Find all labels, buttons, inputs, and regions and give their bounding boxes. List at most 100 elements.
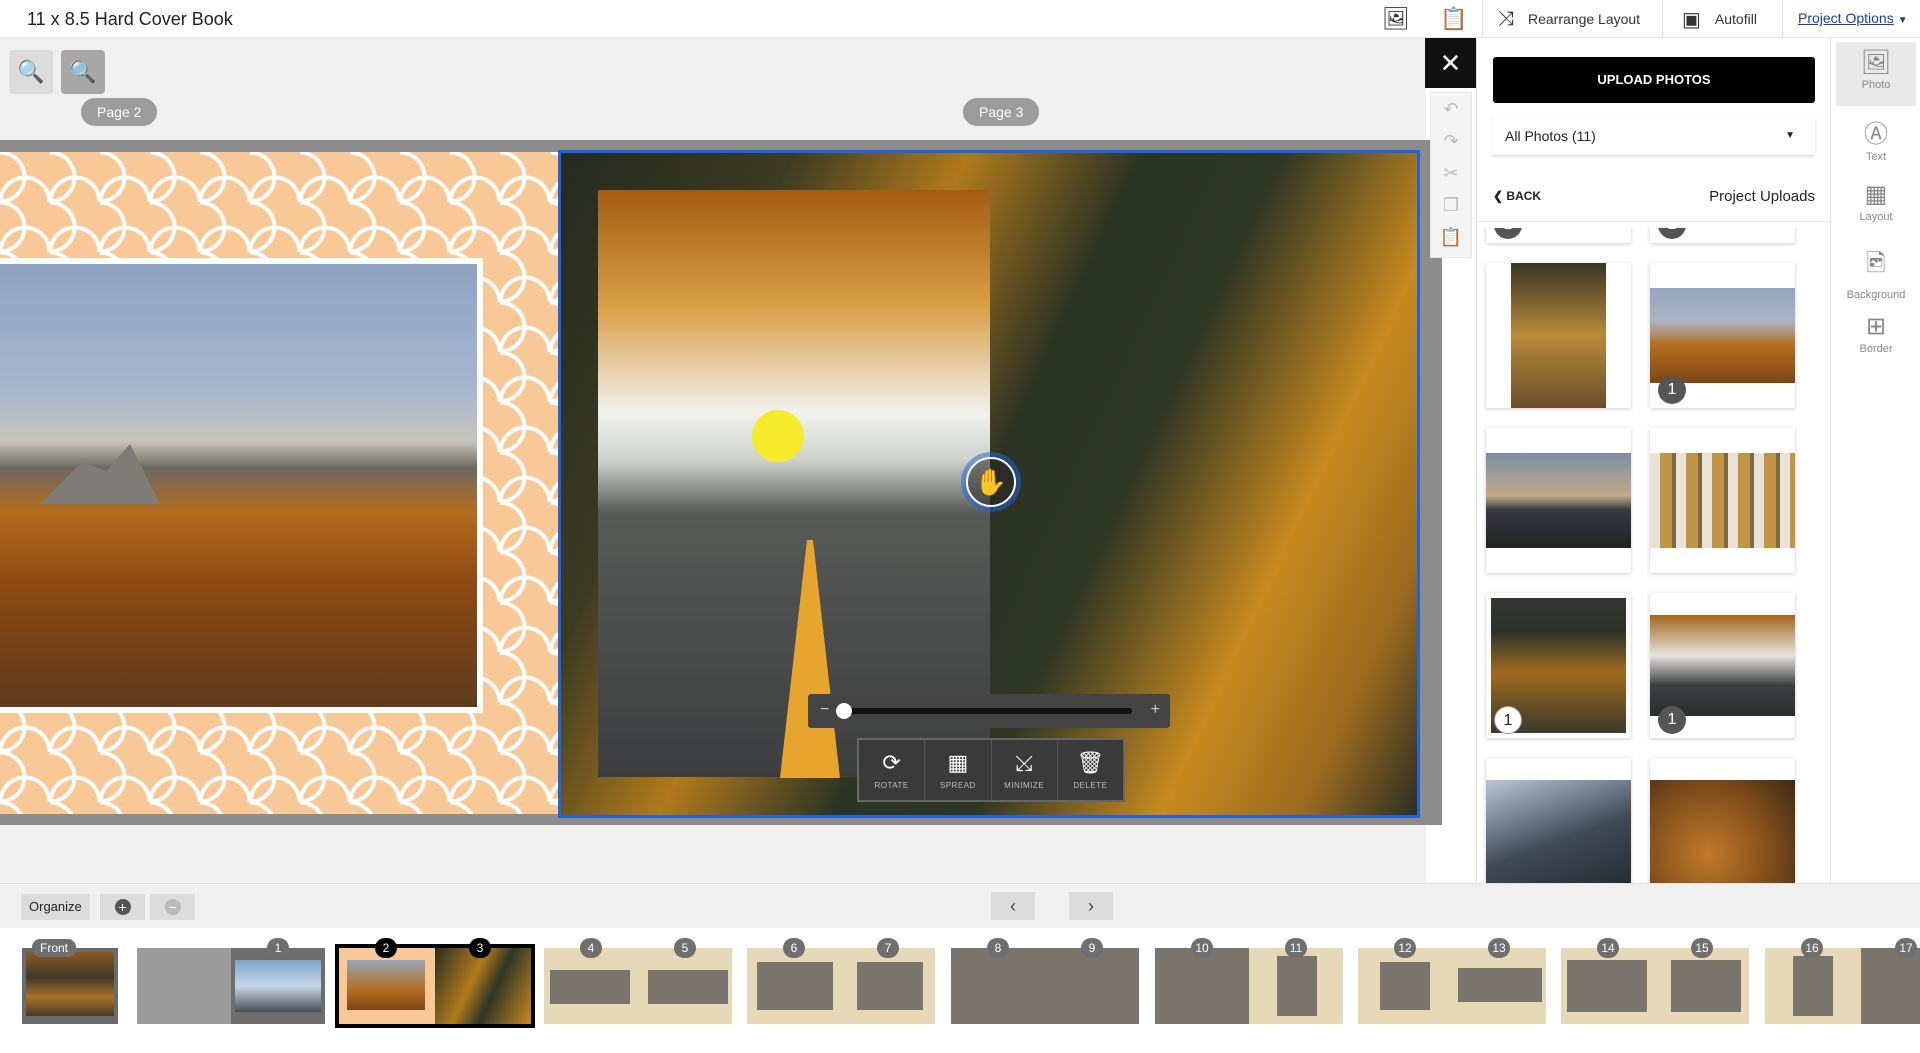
photo-filter-select[interactable]: All Photos (11) ▼ — [1493, 116, 1815, 156]
delete-button[interactable]: 🗑 DELETE — [1058, 740, 1123, 800]
mountain-forest-photo[interactable] — [0, 258, 483, 713]
page-number-badge: 12 — [1394, 938, 1416, 958]
paste-icon[interactable]: 📋 — [1431, 221, 1471, 253]
page-label-left: Page 2 — [81, 98, 158, 126]
minimize-button[interactable]: ⤩ MINIMIZE — [992, 740, 1058, 800]
border-icon: ⊞ — [1865, 313, 1887, 340]
project-options-menu[interactable]: Project Options ▼ — [1798, 10, 1908, 26]
zoom-out-icon: 🔍 — [17, 59, 45, 84]
usage-badge: 1 — [1494, 706, 1522, 734]
rail-background[interactable]: 🖻 Background — [1836, 240, 1916, 304]
photo-thumb[interactable]: 1 — [1650, 263, 1795, 408]
film-spread-10-11[interactable]: 10 11 — [1155, 938, 1343, 1024]
film-spread-16-17[interactable]: 16 17 — [1765, 938, 1920, 1024]
photo-thumb[interactable] — [1486, 263, 1631, 408]
photo-thumb[interactable]: 1 — [1486, 593, 1631, 738]
rail-border[interactable]: ⊞ Border — [1836, 306, 1916, 370]
film-spread-1[interactable]: 1 — [137, 938, 325, 1024]
rail-layout[interactable]: ▦ Layout — [1836, 174, 1916, 238]
upload-photos-button[interactable]: UPLOAD PHOTOS — [1493, 57, 1815, 103]
rail-text[interactable]: Ⓐ Text — [1836, 108, 1916, 172]
rail-background-label: Background — [1846, 289, 1906, 301]
page-number-badge: 15 — [1691, 938, 1713, 958]
text-icon: Ⓐ — [1864, 121, 1888, 148]
film-front-cover[interactable]: Front — [22, 939, 118, 1024]
chevron-left-icon: ‹ — [1010, 896, 1016, 916]
film-spread-12-13[interactable]: 12 13 — [1358, 938, 1546, 1024]
minus-icon: − — [164, 899, 181, 915]
slider-minus-icon: − — [820, 701, 830, 718]
background-icon: 🖻 — [1866, 250, 1886, 277]
rail-layout-label: Layout — [1859, 211, 1893, 223]
page-number-badge: 3 — [469, 938, 491, 958]
rail-text-label: Text — [1865, 151, 1887, 163]
prev-page-button[interactable]: ‹ — [991, 892, 1035, 920]
spread-button[interactable]: ▦ SPREAD — [925, 740, 992, 800]
film-slot — [1380, 962, 1430, 1010]
cursor-highlight — [752, 410, 804, 462]
film-spread-2-3[interactable]: 2 3 — [335, 938, 535, 1028]
road-image — [1650, 615, 1795, 716]
next-page-button[interactable]: › — [1069, 892, 1113, 920]
rearrange-layout-label: Rearrange Layout — [1528, 11, 1641, 27]
cover-image — [26, 952, 114, 1016]
rotate-icon: ⟳ — [882, 749, 901, 775]
page-number-badge: 2 — [375, 938, 397, 958]
minimize-icon: ⤩ — [1015, 749, 1033, 775]
close-icon: ✕ — [1439, 48, 1462, 78]
page-number-badge: 4 — [580, 938, 602, 958]
rearrange-layout-button[interactable]: ⤨ Rearrange Layout — [1498, 0, 1640, 38]
photo-filter-value: All Photos (11) — [1505, 128, 1596, 144]
page-number-badge: 17 — [1895, 938, 1917, 958]
rail-photo[interactable]: 🖼 Photo — [1836, 42, 1916, 106]
page-label-right: Page 3 — [963, 98, 1040, 126]
photo-thumb[interactable] — [1486, 758, 1631, 883]
film-spread-14-15[interactable]: 14 15 — [1561, 938, 1749, 1024]
slider-track[interactable] — [842, 708, 1132, 714]
film-spread-8-9[interactable]: 8 9 — [951, 938, 1139, 1024]
back-button[interactable]: ❮ BACK — [1493, 189, 1541, 203]
photo-thumb[interactable] — [1486, 428, 1631, 573]
photo-thumb[interactable] — [1650, 758, 1795, 883]
film-slot — [550, 970, 630, 1004]
film-spread-6-7[interactable]: 6 7 — [747, 938, 935, 1024]
organize-button[interactable]: Organize — [21, 894, 90, 920]
rail-border-label: Border — [1859, 343, 1893, 355]
redo-icon[interactable]: ↷ — [1431, 125, 1471, 157]
rotate-label: ROTATE — [874, 780, 909, 790]
photo-icon: 🖼 — [1860, 49, 1892, 76]
photo-thumb[interactable] — [1650, 428, 1795, 573]
copy-icon[interactable]: ❐ — [1431, 189, 1471, 221]
photo-thumb[interactable]: 1 — [1650, 593, 1795, 738]
birch-image — [1650, 453, 1795, 548]
cut-icon[interactable]: ✂ — [1431, 157, 1471, 189]
close-panel-button[interactable]: ✕ — [1425, 38, 1476, 88]
zoom-in-button[interactable]: 🔍 — [61, 50, 105, 94]
film-photo-forest — [347, 960, 425, 1010]
remove-page-button[interactable]: − — [150, 894, 195, 920]
usage-badge: 1 — [1658, 376, 1686, 404]
add-page-icon[interactable]: 📋 — [1440, 6, 1467, 32]
photo-zoom-slider[interactable]: − + — [808, 694, 1170, 728]
drag-hand-icon[interactable]: ✋ — [966, 457, 1016, 507]
film-spread-4-5[interactable]: 4 5 — [544, 938, 732, 1024]
spread-label: SPREAD — [939, 780, 976, 790]
undo-icon[interactable]: ↶ — [1431, 93, 1471, 125]
rotate-button[interactable]: ⟳ ROTATE — [859, 740, 926, 800]
trash-icon: 🗑 — [1076, 749, 1105, 775]
slider-knob[interactable] — [836, 703, 852, 719]
add-photo-icon[interactable]: 🖼 — [1382, 6, 1410, 32]
slider-plus-icon: + — [1150, 701, 1160, 718]
photo-panel: UPLOAD PHOTOS All Photos (11) ▼ ❮ BACK P… — [1476, 38, 1831, 883]
zoom-out-button[interactable]: 🔍 — [9, 50, 53, 94]
photo-thumb[interactable]: 1 — [1650, 228, 1795, 243]
front-cover-label: Front — [32, 939, 77, 957]
film-slot — [1793, 956, 1833, 1016]
photo-thumb[interactable]: 1 — [1486, 228, 1631, 243]
chevron-down-icon: ▼ — [1785, 130, 1795, 141]
autofill-button[interactable]: ▣ Autofill — [1682, 0, 1757, 38]
minimize-label: MINIMIZE — [1004, 780, 1045, 790]
page-number-badge: 7 — [877, 938, 899, 958]
page-number-badge: 6 — [783, 938, 805, 958]
add-page-button[interactable]: + — [100, 894, 145, 920]
